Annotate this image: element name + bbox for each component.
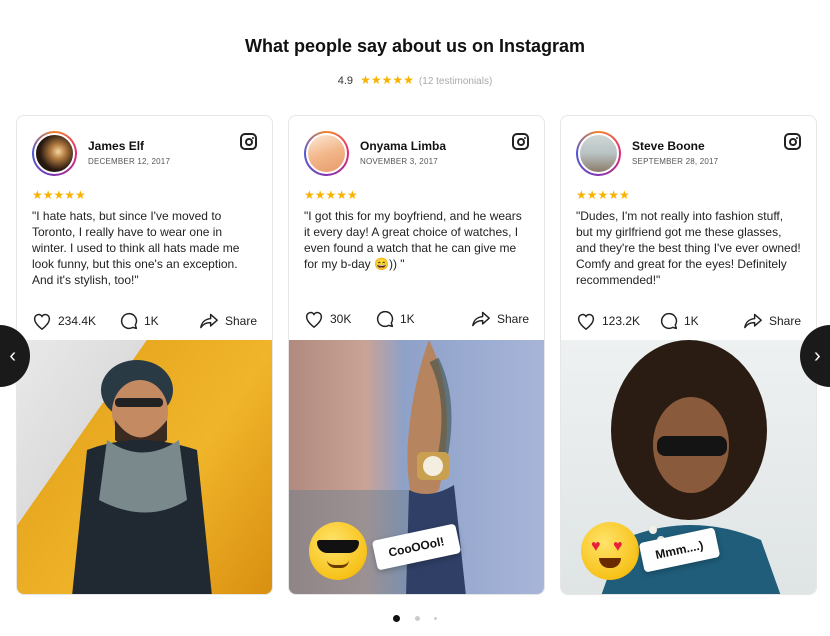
- share-label: Share: [768, 314, 801, 328]
- sunglasses-emoji-icon: [309, 522, 367, 580]
- person-figure: [72, 360, 212, 594]
- author-name[interactable]: James Elf: [88, 139, 144, 153]
- share-icon: [472, 311, 490, 327]
- post-photo[interactable]: [17, 340, 272, 594]
- card-header: Steve Boone SEPTEMBER 28, 2017: [576, 131, 801, 177]
- like-button[interactable]: 123.2K: [576, 312, 640, 330]
- comment-count: 1K: [684, 314, 699, 328]
- share-icon: [200, 313, 218, 329]
- heart-icon: ♥: [613, 538, 623, 555]
- instagram-testimonials-section: What people say about us on Instagram 4.…: [0, 0, 830, 636]
- instagram-icon[interactable]: [512, 133, 529, 150]
- post-date: DECEMBER 12, 2017: [88, 157, 171, 166]
- comment-count: 1K: [400, 312, 415, 326]
- pagination-dot[interactable]: [414, 616, 420, 622]
- card-actions: 30K 1K Share: [304, 310, 529, 332]
- avatar[interactable]: [304, 131, 349, 176]
- post-date: SEPTEMBER 28, 2017: [632, 157, 719, 166]
- chevron-left-icon: ‹: [9, 344, 16, 367]
- testimonials-count[interactable]: (12 testimonials): [419, 76, 492, 87]
- post-date: NOVEMBER 3, 2017: [360, 157, 438, 166]
- post-photo[interactable]: ♥ ♥ Mmm....): [561, 340, 816, 594]
- share-icon: [744, 313, 762, 329]
- heart-icon: ♥: [591, 538, 601, 555]
- like-count: 123.2K: [602, 314, 641, 328]
- review-text: "I hate hats, but since I've moved to To…: [32, 209, 240, 287]
- comment-button[interactable]: 1K: [660, 312, 699, 330]
- author-name[interactable]: Onyama Limba: [360, 139, 446, 153]
- like-button[interactable]: 234.4K: [32, 312, 96, 330]
- comment-icon: [376, 310, 394, 328]
- heart-icon: [305, 311, 323, 328]
- heart-icon: [33, 313, 51, 330]
- post-photo[interactable]: CooOOol!: [289, 340, 544, 594]
- pagination-dot[interactable]: [433, 617, 437, 621]
- section-title: What people say about us on Instagram: [244, 36, 586, 56]
- share-button[interactable]: Share: [199, 312, 257, 330]
- comment-button[interactable]: 1K: [120, 312, 159, 330]
- rating-stars-icon: ★★★★★: [360, 73, 414, 87]
- card-actions: 123.2K 1K Share: [576, 312, 801, 334]
- avatar[interactable]: [32, 131, 77, 176]
- share-button[interactable]: Share: [743, 312, 801, 330]
- overall-rating: 4.9 ★★★★★ (12 testimonials): [0, 73, 830, 87]
- review-text: "I got this for my boyfriend, and he wea…: [304, 209, 522, 271]
- carousel-pagination: [0, 610, 830, 628]
- pagination-dot-active[interactable]: [393, 615, 401, 623]
- rating-value: 4.9: [337, 75, 353, 87]
- like-count: 234.4K: [58, 314, 97, 328]
- instagram-icon[interactable]: [240, 133, 257, 150]
- share-label: Share: [224, 314, 257, 328]
- share-button[interactable]: Share: [471, 310, 529, 328]
- like-button[interactable]: 30K: [304, 310, 351, 328]
- like-count: 30K: [330, 312, 352, 326]
- testimonial-card[interactable]: Steve Boone SEPTEMBER 28, 2017 ★★★★★ "Du…: [560, 115, 817, 595]
- card-stars-icon: ★★★★★: [304, 188, 358, 202]
- comment-icon: [660, 312, 678, 330]
- comment-count: 1K: [144, 314, 159, 328]
- avatar[interactable]: [576, 131, 621, 176]
- share-label: Share: [496, 312, 529, 326]
- author-name[interactable]: Steve Boone: [632, 139, 705, 153]
- testimonial-card[interactable]: James Elf DECEMBER 12, 2017 ★★★★★ "I hat…: [16, 115, 273, 595]
- chevron-right-icon: ›: [814, 344, 821, 367]
- instagram-icon[interactable]: [784, 133, 801, 150]
- card-stars-icon: ★★★★★: [576, 188, 630, 202]
- comment-button[interactable]: 1K: [376, 310, 415, 328]
- card-stars-icon: ★★★★★: [32, 188, 86, 202]
- review-text: "Dudes, I'm not really into fashion stuf…: [576, 209, 801, 287]
- testimonial-card[interactable]: Onyama Limba NOVEMBER 3, 2017 ★★★★★ "I g…: [288, 115, 545, 595]
- card-header: Onyama Limba NOVEMBER 3, 2017: [304, 131, 529, 177]
- card-actions: 234.4K 1K Share: [32, 312, 257, 334]
- heart-icon: [577, 313, 595, 330]
- heart-eyes-emoji-icon: ♥ ♥: [581, 522, 639, 580]
- card-header: James Elf DECEMBER 12, 2017: [32, 131, 257, 177]
- comment-icon: [120, 312, 138, 330]
